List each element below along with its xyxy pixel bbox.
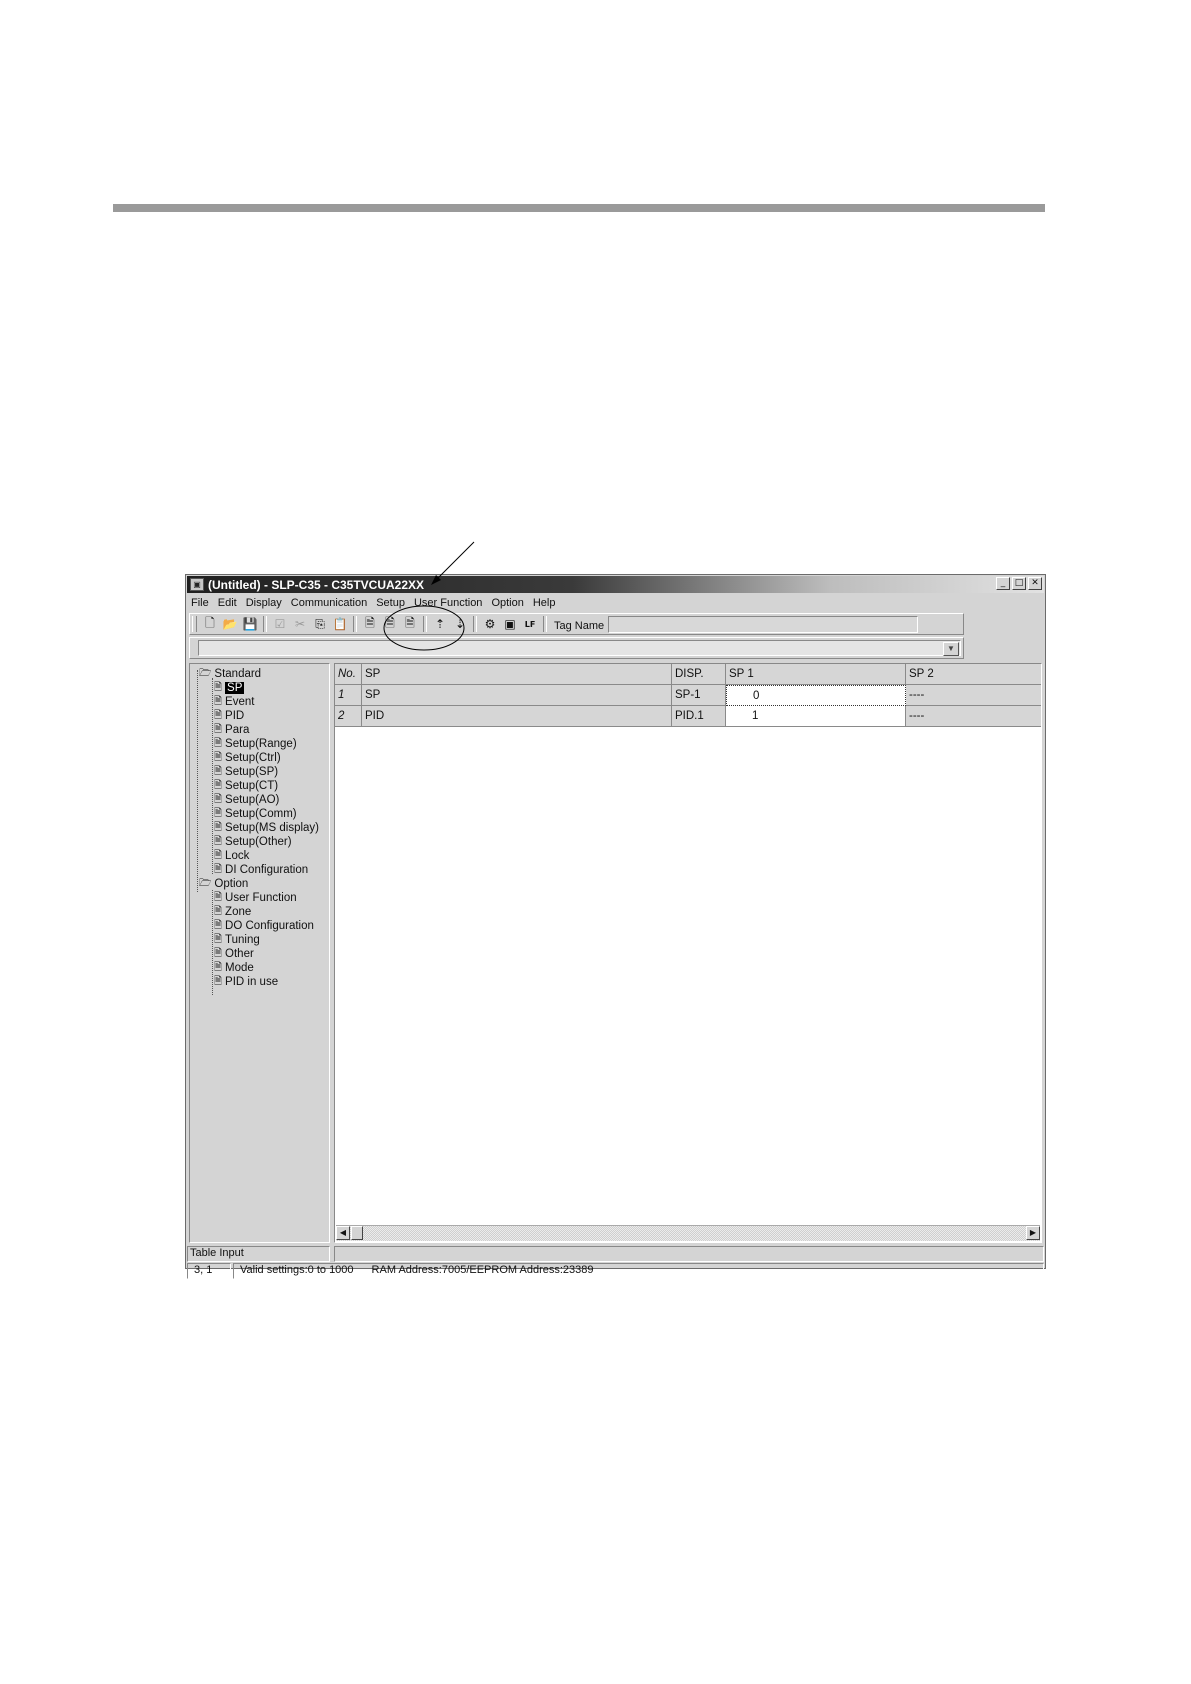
highlight-circle	[383, 605, 465, 651]
pointer-arrow-line	[432, 541, 475, 584]
annotation-overlay	[383, 541, 475, 651]
